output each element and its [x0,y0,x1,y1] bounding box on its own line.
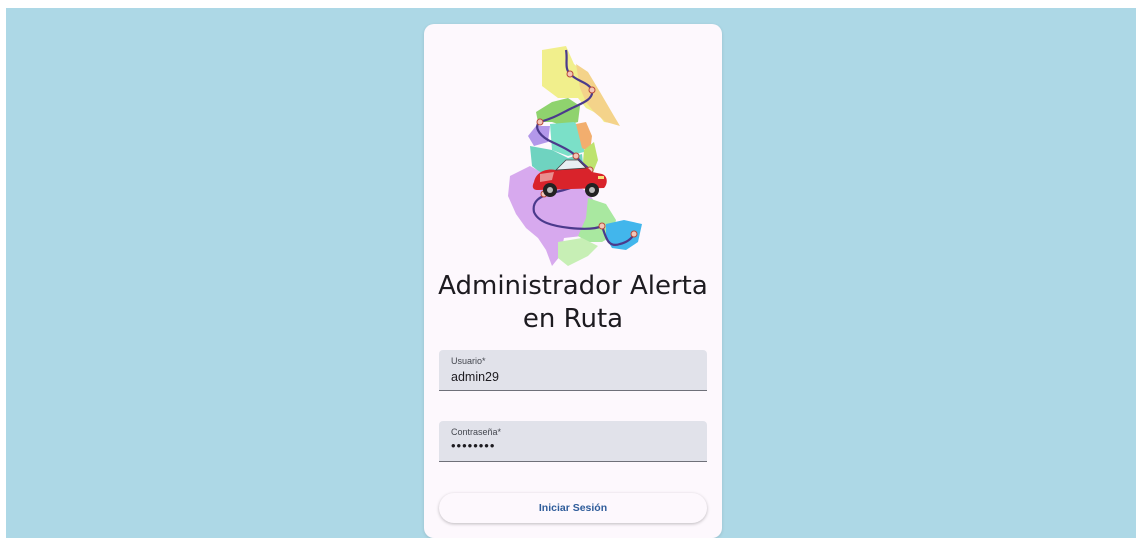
page-title: Administrador Alerta en Ruta [424,270,722,336]
username-label: Usuario* [451,356,486,366]
title-line-1: Administrador Alerta [438,271,708,301]
login-card: Administrador Alerta en Ruta Usuario* ad… [424,24,722,538]
username-value[interactable]: admin29 [451,370,499,384]
login-button[interactable]: Iniciar Sesión [439,493,707,523]
page-background: Administrador Alerta en Ruta Usuario* ad… [6,8,1136,538]
password-field[interactable]: Contraseña* •••••••• [439,421,707,462]
password-label: Contraseña* [451,427,502,437]
password-value[interactable]: •••••••• [451,438,495,453]
title-line-2: en Ruta [522,304,624,334]
map-route-car-logo [508,46,642,266]
username-field[interactable]: Usuario* admin29 [439,350,707,391]
